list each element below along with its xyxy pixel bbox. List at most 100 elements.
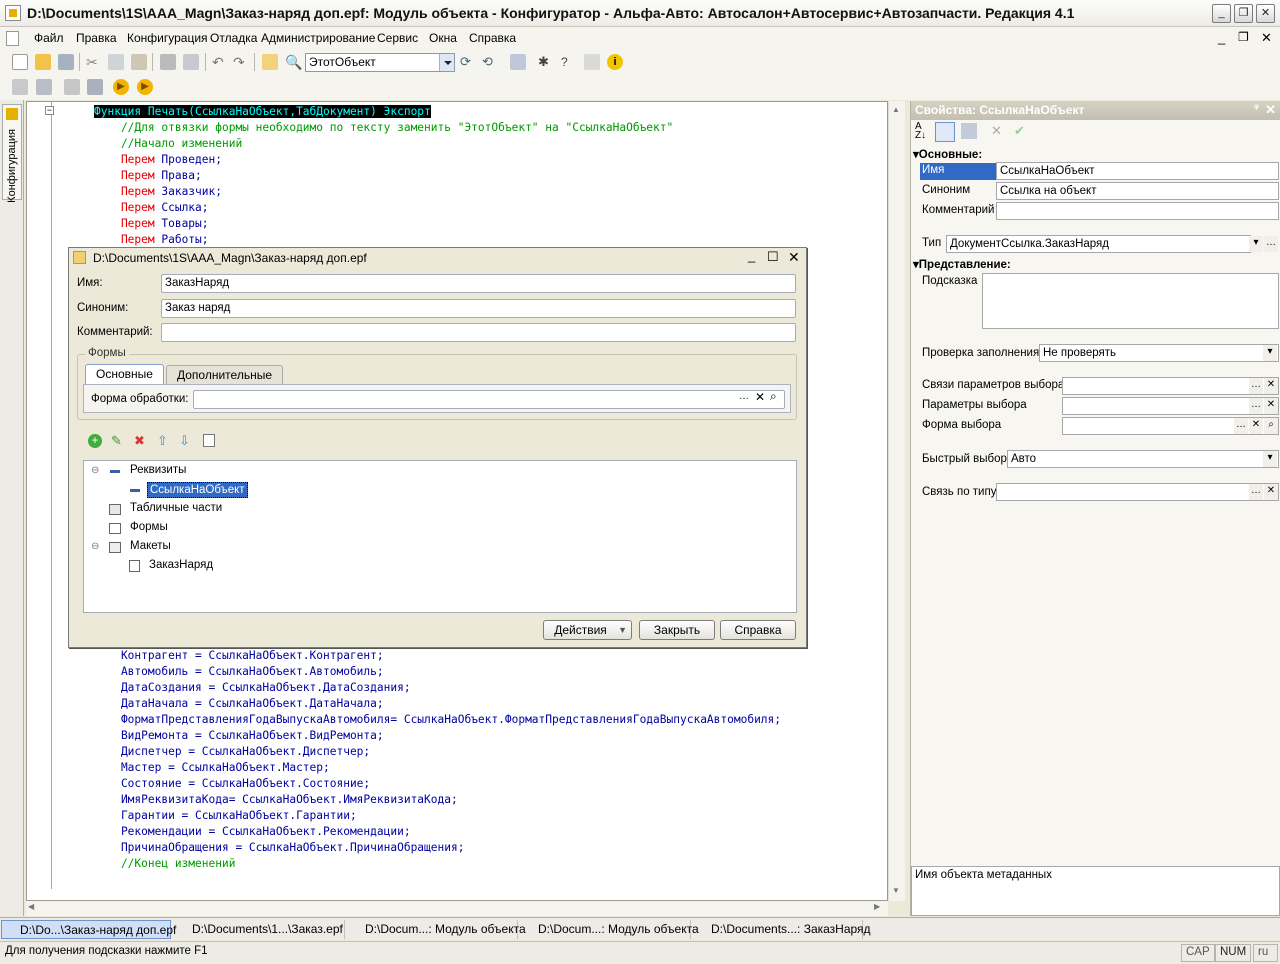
menu-windows[interactable]: Окна	[429, 31, 457, 45]
form-field[interactable]	[193, 390, 785, 409]
chevron-down-icon[interactable]: ▾	[1249, 236, 1263, 252]
tree-node-templates[interactable]: Макеты	[130, 540, 171, 552]
prop-name-field[interactable]: СсылкаНаОбъект	[996, 162, 1279, 180]
menu-help[interactable]: Справка	[469, 31, 516, 45]
prop-synonym-field[interactable]: Ссылка на объект	[996, 182, 1279, 200]
section-main[interactable]: ▾Основные:	[913, 147, 982, 161]
categories-icon[interactable]	[935, 122, 955, 142]
prop-links-field[interactable]	[1062, 377, 1279, 395]
search-icon[interactable]: ⌕	[1264, 418, 1278, 434]
prop-quick-field[interactable]: Авто	[1007, 450, 1279, 468]
dialog-minimize-icon[interactable]: _	[748, 248, 755, 263]
search-icon[interactable]: ⌕	[770, 389, 777, 404]
open-icon[interactable]	[35, 54, 51, 70]
actions-button[interactable]: Действия ▼	[543, 620, 632, 640]
ellipsis-icon[interactable]: …	[1249, 398, 1263, 414]
ellipsis-icon[interactable]: …	[1249, 484, 1263, 500]
tree-node-forms[interactable]: Формы	[130, 521, 168, 533]
task-module-2[interactable]: D:\Docum...: Модуль объекта	[520, 920, 699, 939]
chevron-down-icon[interactable]: ▾	[1263, 345, 1277, 361]
tree-icon[interactable]	[36, 79, 52, 95]
synonym-field[interactable]: Заказ наряд	[161, 299, 796, 318]
ellipsis-icon[interactable]: …	[1249, 378, 1263, 394]
clear-icon[interactable]: ✕	[1264, 484, 1278, 500]
search-combo[interactable]: ЭтотОбъект	[305, 53, 455, 72]
maximize-button[interactable]: ❐	[1234, 4, 1253, 23]
dialog-close-icon[interactable]: ✕	[788, 249, 800, 266]
editor-vertical-scrollbar[interactable]: ▲ ▼	[888, 101, 905, 901]
config-icon[interactable]	[12, 79, 28, 95]
tree-node-link-attribute[interactable]: СсылкаНаОбъект	[147, 482, 248, 498]
clear-icon[interactable]: ✕	[1249, 418, 1263, 434]
collapse-icon[interactable]: ⊖	[91, 465, 99, 476]
pin-icon[interactable]: ᵠ	[1254, 103, 1259, 114]
scroll-left-icon[interactable]: ◀	[28, 902, 34, 911]
find-in-files-icon[interactable]	[262, 54, 278, 70]
collapse-icon[interactable]: ⊖	[91, 541, 99, 552]
close-icon[interactable]: ✕	[1265, 102, 1276, 118]
dialog-maximize-icon[interactable]: ☐	[767, 249, 779, 265]
filter-icon[interactable]	[961, 123, 977, 139]
apply-icon[interactable]: ✔	[1014, 123, 1025, 139]
syntax-helper-icon[interactable]	[584, 54, 600, 70]
minimize-button[interactable]: _	[1212, 4, 1231, 23]
prop-hint-field[interactable]	[982, 273, 1279, 329]
scroll-up-icon[interactable]: ▲	[892, 105, 900, 114]
name-field[interactable]: ЗаказНаряд	[161, 274, 796, 293]
collapse-icon[interactable]: −	[45, 106, 54, 115]
new-icon[interactable]	[12, 54, 28, 70]
print-icon[interactable]	[160, 54, 176, 70]
ellipsis-icon[interactable]: …	[739, 391, 749, 402]
delete-icon[interactable]: ✖	[134, 433, 145, 449]
help-context-icon[interactable]: ?	[561, 54, 577, 70]
tab-configuration[interactable]: Конфигурация	[2, 104, 22, 203]
language-indicator[interactable]: ru	[1253, 944, 1278, 962]
run-icon[interactable]: ▶	[113, 79, 129, 95]
prop-params-field[interactable]	[1062, 397, 1279, 415]
clear-icon[interactable]: ✕	[755, 390, 765, 404]
sort-az-icon[interactable]: A Z↓	[915, 122, 933, 141]
run-debug-icon[interactable]: ▶	[137, 79, 153, 95]
close-dialog-button[interactable]: Закрыть	[639, 620, 715, 640]
find-next-icon[interactable]: ⟳	[460, 54, 476, 70]
table-icon[interactable]	[87, 79, 103, 95]
chevron-down-icon[interactable]: ▾	[1263, 451, 1277, 467]
paste-icon[interactable]	[131, 54, 147, 70]
comment-field[interactable]	[161, 323, 796, 342]
ellipsis-icon[interactable]: …	[1264, 236, 1278, 252]
ellipsis-icon[interactable]: …	[1234, 418, 1248, 434]
move-up-icon[interactable]: ⇧	[157, 433, 168, 449]
db-icon[interactable]	[64, 79, 80, 95]
sort-icon[interactable]	[203, 434, 215, 447]
menu-configuration[interactable]: Конфигурация	[127, 31, 208, 45]
clear-icon[interactable]: ✕	[1264, 378, 1278, 394]
scroll-right-icon[interactable]: ▶	[874, 902, 880, 911]
find-prev-icon[interactable]: ⟲	[482, 54, 498, 70]
clear-icon[interactable]: ✕	[1264, 398, 1278, 414]
info-icon[interactable]: i	[607, 54, 623, 70]
cut-icon[interactable]: ✂	[86, 54, 102, 70]
editor-horizontal-scrollbar[interactable]: ◀ ▶	[26, 901, 888, 916]
task-order-file[interactable]: D:\Documents\1...\Заказ.epf	[174, 920, 345, 939]
edit-icon[interactable]: ✎	[111, 433, 122, 449]
prop-fillcheck-field[interactable]: Не проверять	[1039, 344, 1279, 362]
task-order-epf[interactable]: D:\Do...\Заказ-наряд доп.epf	[1, 920, 176, 939]
mdi-restore-icon[interactable]: ❐	[1238, 30, 1249, 44]
menu-service[interactable]: Сервис	[377, 31, 418, 45]
clear-icon[interactable]: ✕	[991, 123, 1002, 139]
menu-debug[interactable]: Отладка	[210, 31, 257, 45]
close-button[interactable]: ✕	[1256, 4, 1275, 23]
undo-icon[interactable]: ↶	[212, 54, 228, 70]
tree-node-table-parts[interactable]: Табличные части	[130, 502, 222, 514]
section-view[interactable]: ▾Представление:	[913, 257, 1011, 271]
tab-main[interactable]: Основные	[85, 364, 164, 384]
windows-icon[interactable]	[510, 54, 526, 70]
menu-administration[interactable]: Администрирование	[261, 31, 375, 45]
menu-edit[interactable]: Правка	[76, 31, 117, 45]
prop-comment-field[interactable]	[996, 202, 1279, 220]
search-icon[interactable]: 🔍	[285, 54, 302, 70]
copy-icon[interactable]	[108, 54, 124, 70]
chevron-down-icon[interactable]	[439, 54, 454, 71]
menu-file[interactable]: Файл	[34, 31, 64, 45]
tree-node-attributes[interactable]: Реквизиты	[130, 464, 186, 476]
